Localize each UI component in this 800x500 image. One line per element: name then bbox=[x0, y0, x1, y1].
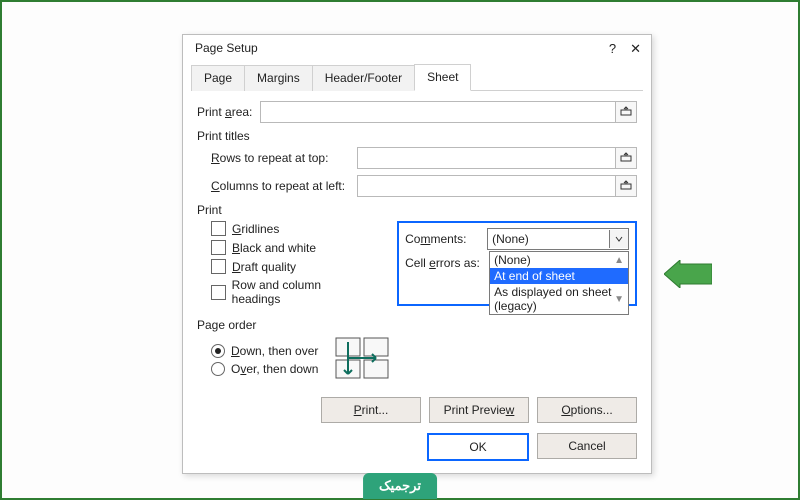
print-section: Print bbox=[197, 203, 637, 217]
checkbox-icon bbox=[211, 285, 226, 300]
scroll-down-icon: ▼ bbox=[614, 294, 624, 305]
cols-repeat-label: Columns to repeat at left: bbox=[211, 179, 349, 193]
option-at-end-of-sheet[interactable]: At end of sheet bbox=[490, 268, 628, 284]
row-col-headings-checkbox[interactable]: Row and column headings bbox=[211, 278, 369, 306]
page-order-section: Page order bbox=[197, 318, 637, 332]
rows-repeat-label: Rows to repeat at top: bbox=[211, 151, 349, 165]
chevron-down-icon[interactable] bbox=[609, 230, 628, 248]
black-white-checkbox[interactable]: Black and white bbox=[211, 240, 369, 255]
radio-icon bbox=[211, 344, 225, 358]
tab-sheet[interactable]: Sheet bbox=[414, 64, 471, 91]
comments-label: Comments: bbox=[405, 232, 483, 246]
options-button[interactable]: Options... bbox=[537, 397, 637, 423]
print-preview-button[interactable]: Print Preview bbox=[429, 397, 529, 423]
checkbox-icon bbox=[211, 259, 226, 274]
tab-header-footer[interactable]: Header/Footer bbox=[312, 65, 415, 91]
page-setup-dialog: Page Setup ? ✕ Page Margins Header/Foote… bbox=[182, 34, 652, 474]
ok-button[interactable]: OK bbox=[427, 433, 529, 461]
rows-repeat-input[interactable] bbox=[357, 147, 637, 169]
scroll-up-icon: ▲ bbox=[614, 255, 624, 266]
gridlines-checkbox[interactable]: Gridlines bbox=[211, 221, 369, 236]
comments-select[interactable]: (None) bbox=[487, 228, 629, 250]
radio-icon bbox=[211, 362, 225, 376]
comments-dropdown: (None) ▲ At end of sheet As displayed on… bbox=[489, 251, 629, 315]
checkbox-icon bbox=[211, 221, 226, 236]
print-button[interactable]: Print... bbox=[321, 397, 421, 423]
rows-repeat-field[interactable] bbox=[358, 148, 615, 168]
tab-strip: Page Margins Header/Footer Sheet bbox=[191, 63, 643, 91]
down-then-over-radio[interactable]: Down, then over bbox=[211, 344, 318, 358]
help-button[interactable]: ? bbox=[609, 42, 616, 55]
option-none[interactable]: (None) ▲ bbox=[490, 252, 628, 268]
option-as-displayed-legacy[interactable]: As displayed on sheet (legacy) ▼ bbox=[490, 284, 628, 314]
dialog-title: Page Setup bbox=[195, 41, 258, 55]
cols-repeat-field[interactable] bbox=[358, 176, 615, 196]
print-area-input[interactable] bbox=[260, 101, 637, 123]
print-area-label: Print area: bbox=[197, 105, 252, 119]
collapse-dialog-icon[interactable] bbox=[615, 176, 636, 196]
print-area-field[interactable] bbox=[261, 102, 615, 122]
cell-errors-label: Cell errors as: bbox=[405, 256, 483, 270]
collapse-dialog-icon[interactable] bbox=[615, 102, 636, 122]
draft-quality-checkbox[interactable]: Draft quality bbox=[211, 259, 369, 274]
annotation-arrow-icon bbox=[664, 260, 712, 288]
comments-cellerrors-panel: Comments: (None) Cell errors as: bbox=[397, 221, 637, 306]
cancel-button[interactable]: Cancel bbox=[537, 433, 637, 459]
brand-badge: ترجمیک bbox=[363, 473, 437, 499]
cols-repeat-input[interactable] bbox=[357, 175, 637, 197]
close-button[interactable]: ✕ bbox=[630, 42, 641, 55]
comments-value: (None) bbox=[488, 232, 609, 246]
tab-page[interactable]: Page bbox=[191, 65, 245, 91]
page-order-preview-icon bbox=[334, 336, 390, 383]
outer-frame: Page Setup ? ✕ Page Margins Header/Foote… bbox=[0, 0, 800, 500]
print-titles-section: Print titles bbox=[197, 129, 637, 143]
checkbox-icon bbox=[211, 240, 226, 255]
collapse-dialog-icon[interactable] bbox=[615, 148, 636, 168]
tab-margins[interactable]: Margins bbox=[244, 65, 313, 91]
titlebar: Page Setup ? ✕ bbox=[183, 35, 651, 57]
over-then-down-radio[interactable]: Over, then down bbox=[211, 362, 318, 376]
